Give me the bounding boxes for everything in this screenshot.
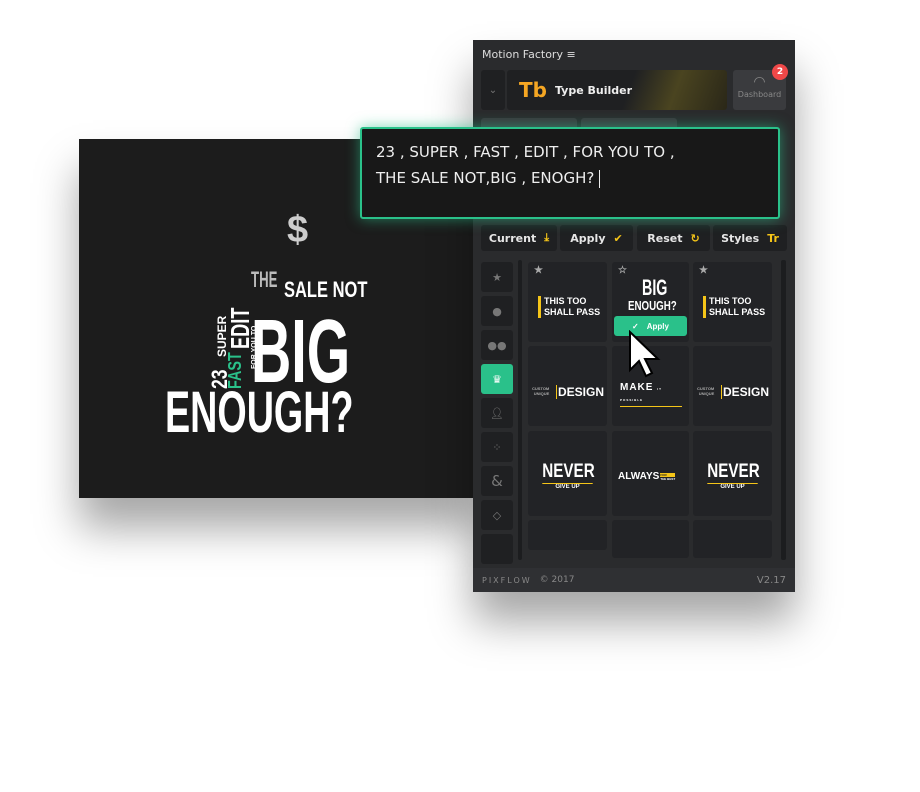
pixflow-logo: PIXFLOW xyxy=(482,575,532,585)
template-card[interactable]: ALWAYS FOR THE BEST xyxy=(612,431,689,516)
template-card[interactable]: ★ THIS TOO SHALL PASS xyxy=(528,262,607,342)
dashboard-label: Dashboard xyxy=(737,90,782,99)
card-text: UNIQUE xyxy=(698,391,715,396)
card-text: BIG xyxy=(642,275,668,300)
card-text: GIVE UP xyxy=(720,484,745,490)
star-icon: ★ xyxy=(492,270,502,284)
panel-title: Motion Factory xyxy=(482,48,563,61)
grid-scrollbar[interactable] xyxy=(781,260,786,560)
preview-enough: ENOUGH? xyxy=(165,380,354,445)
card-text: NEVER xyxy=(707,461,760,484)
panel-footer: PIXFLOW © 2017 V2.17 xyxy=(473,568,795,592)
ampersand-icon: & xyxy=(491,472,503,490)
type-builder-header[interactable]: Tb Type Builder xyxy=(507,70,727,110)
card-text: SHALL PASS xyxy=(709,307,766,317)
sidebar-item-ampersand[interactable]: & xyxy=(481,466,513,496)
sidebar-item-double[interactable]: ●● xyxy=(481,330,513,360)
card-text: DESIGN xyxy=(721,385,770,399)
star-icon[interactable]: ★ xyxy=(534,265,543,276)
card-text: THIS TOO xyxy=(709,296,752,306)
person-icon: 👤︎ xyxy=(490,406,504,420)
text-input-popup[interactable]: 23 , SUPER , FAST , EDIT , FOR YOU TO , … xyxy=(360,127,780,219)
download-icon: ⤓ xyxy=(544,231,550,244)
text-line-1: 23 , SUPER , FAST , EDIT , FOR YOU TO , xyxy=(376,143,675,161)
card-text: ENOUGH? xyxy=(628,298,677,313)
module-dropdown-button[interactable]: ⌄ xyxy=(481,70,505,110)
card-text: GIVE UP xyxy=(555,484,580,490)
preview-dollar: $ xyxy=(287,209,309,251)
apply-label: Apply xyxy=(570,231,606,245)
text-line-2: THE SALE NOT,BIG , ENOGH? xyxy=(376,169,595,187)
template-card[interactable]: ★ THIS TOO SHALL PASS xyxy=(693,262,772,342)
chevron-down-icon: ⌄ xyxy=(488,84,498,96)
check-icon: ✔ xyxy=(613,231,623,245)
template-card[interactable] xyxy=(528,520,607,550)
mouse-pointer-icon xyxy=(629,330,661,378)
template-card[interactable] xyxy=(693,520,772,558)
template-card[interactable] xyxy=(612,520,689,558)
sidebar-item-empty[interactable] xyxy=(481,534,513,564)
preview-the: THE xyxy=(251,267,278,292)
card-text: NEVER xyxy=(542,461,595,484)
two-dots-icon: ●● xyxy=(487,338,507,352)
reset-label: Reset xyxy=(647,231,683,245)
card-text: THIS TOO xyxy=(544,296,587,306)
template-card[interactable]: NEVER GIVE UP xyxy=(528,431,607,516)
reset-button[interactable]: Reset ↻ xyxy=(637,225,710,251)
sidebar-item-premium[interactable]: ♛ xyxy=(481,364,513,394)
sidebar-item-person[interactable]: 👤︎ xyxy=(481,398,513,428)
motion-factory-panel: Motion Factory ≡ ⌄ Tb Type Builder ◠ Das… xyxy=(473,40,795,592)
current-label: Current xyxy=(488,231,537,245)
reset-icon: ↻ xyxy=(690,231,700,245)
card-text: ALWAYS xyxy=(618,471,660,482)
card-text: MAKE xyxy=(620,382,654,393)
sidebar-item-single[interactable]: ● xyxy=(481,296,513,326)
crown-icon: ♛ xyxy=(492,372,502,386)
dot-icon: ● xyxy=(492,304,502,318)
sidebar-item-diamond[interactable]: ◇ xyxy=(481,500,513,530)
version: V2.17 xyxy=(756,574,786,586)
module-name: Type Builder xyxy=(554,83,633,97)
notification-badge: 2 xyxy=(772,64,788,80)
sidebar-item-people[interactable]: ⁘ xyxy=(481,432,513,462)
hamburger-icon[interactable]: ≡ xyxy=(566,48,575,61)
text-style-icon: Tr xyxy=(767,231,779,245)
dashboard-button[interactable]: ◠ Dashboard 2 xyxy=(733,64,788,110)
template-card[interactable]: NEVER GIVE UP xyxy=(693,431,772,516)
star-icon[interactable]: ★ xyxy=(699,265,708,276)
card-text: SHALL PASS xyxy=(544,307,601,317)
template-card[interactable]: CUSTOM UNIQUE DESIGN xyxy=(693,346,772,426)
card-text: THE BEST xyxy=(660,476,676,481)
apply-button[interactable]: Apply ✔ xyxy=(560,225,633,251)
sidebar-scrollbar[interactable] xyxy=(518,260,522,560)
people-icon: ⁘ xyxy=(492,440,502,454)
sidebar-item-favorites[interactable]: ★ xyxy=(481,262,513,292)
type-builder-logo: Tb xyxy=(519,78,547,102)
card-text: DESIGN xyxy=(556,385,605,399)
current-button[interactable]: Current ⤓ xyxy=(481,225,557,251)
copyright: © 2017 xyxy=(539,575,575,585)
star-outline-icon[interactable]: ☆ xyxy=(618,265,627,276)
card-text: UNIQUE xyxy=(533,391,550,396)
text-cursor xyxy=(599,169,601,188)
diamond-icon: ◇ xyxy=(492,508,502,522)
styles-label: Styles xyxy=(721,231,760,245)
template-card[interactable]: CUSTOM UNIQUE DESIGN xyxy=(528,346,607,426)
styles-button[interactable]: Styles Tr xyxy=(713,225,787,251)
preview-for-you-to: FOR YOU TO xyxy=(251,325,258,369)
preview-sale-not: SALE NOT xyxy=(284,277,368,302)
